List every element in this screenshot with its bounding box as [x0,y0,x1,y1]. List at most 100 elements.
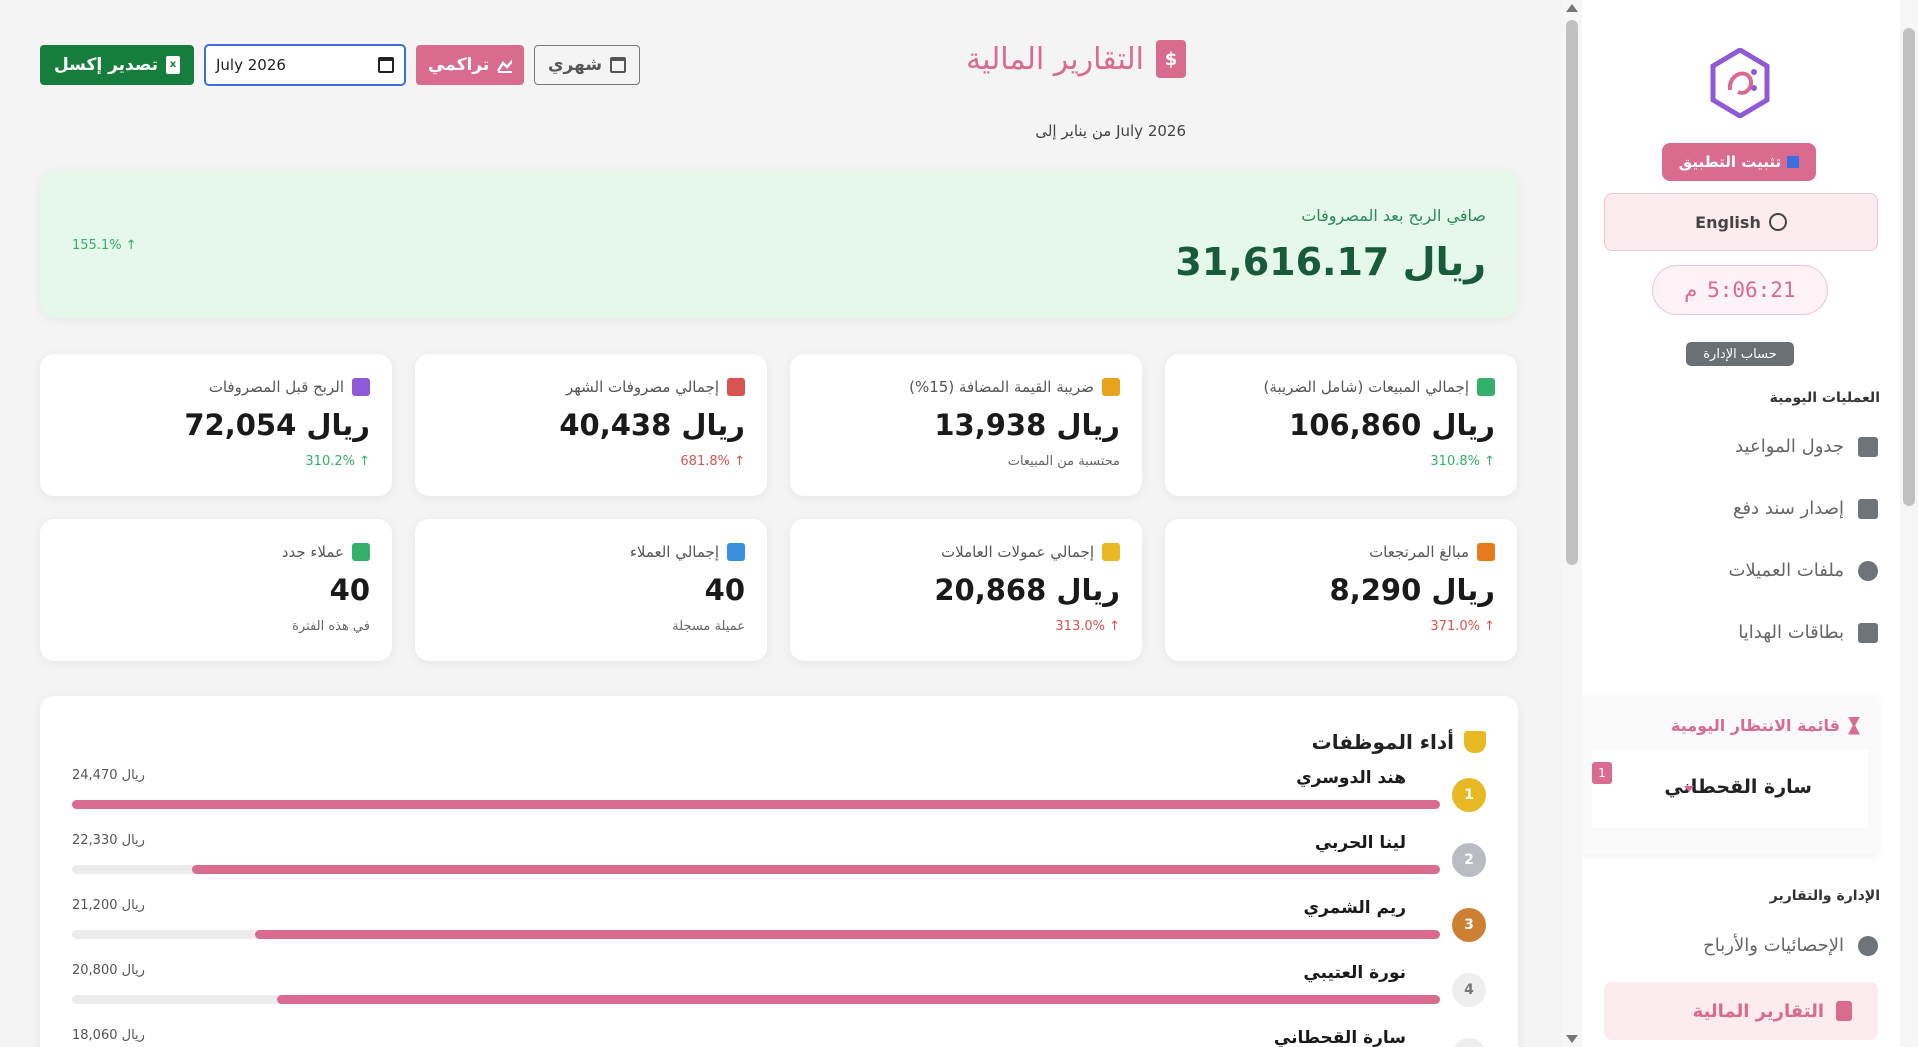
page-title: التقارير المالية $ [966,40,1186,78]
queue-item[interactable]: 1 سارة القحطاني [1592,750,1868,828]
chart-line-icon [497,59,512,73]
cumulative-button[interactable]: تراكمي [416,45,524,85]
sidebar-scrollbar-thumb[interactable] [1903,28,1915,506]
rank-badge: 2 [1452,843,1486,877]
app-grid-icon [1787,156,1800,168]
staff-amount: 22,330 ريال [72,833,145,848]
queue-count-badge: 1 [1592,762,1612,784]
staff-performance-row: 5 سارة القحطاني 18,060 ريال [72,1028,1486,1047]
staff-commissions-card: إجمالي عمولات العاملات 20,868 ريال 313.0% … [790,519,1142,661]
monthly-expenses-value: 40,438 ريال [559,408,745,442]
rank-badge: 4 [1452,973,1486,1007]
calendar-icon[interactable] [378,57,394,73]
daily-queue-title: قائمة الانتظار اليومية [1671,716,1860,735]
staff-performance-title-text: أداء الموظفات [1311,730,1454,754]
main-scrollbar-thumb[interactable] [1566,20,1578,565]
new-clients-card: عملاء جدد 40 في هذه الفترة [40,519,392,661]
monthly-expenses-label: إجمالي مصروفات الشهر [566,378,745,396]
monthly-button[interactable]: شهري [534,45,640,85]
main-scrollbar[interactable] [1562,0,1582,1047]
total-sales-label: إجمالي المبيعات (شامل الضريبة) [1264,378,1495,396]
nav-appointments[interactable]: جدول المواعيد [1735,436,1878,457]
nav-statistics-label: الإحصائيات والأرباح [1703,935,1844,956]
nav-client-files-label: ملفات العميلات [1728,560,1844,581]
nav-financial-reports-label: التقارير المالية [1692,1000,1824,1022]
export-excel-button[interactable]: تصدير إكسل x [40,45,194,85]
vat-icon [1102,378,1120,396]
staff-amount: 24,470 ريال [72,768,145,783]
profit-before-expenses-icon [352,378,370,396]
staff-commissions-value: 20,868 ريال [934,573,1120,607]
scroll-down-arrow-icon[interactable] [1566,1035,1578,1043]
nav-payment-voucher[interactable]: إصدار سند دفع [1733,498,1878,519]
total-clients-value: 40 [704,573,745,607]
monthly-expenses-sub: 681.8% ↑ [680,454,745,469]
section-admin-reports: الإدارة والتقارير [1769,888,1880,904]
returns-card: مبالغ المرتجعات 8,290 ريال 371.0% ↑ [1165,519,1517,661]
excel-file-icon: x [166,56,181,74]
install-app-button[interactable]: تثبيت التطبيق [1662,143,1816,181]
returns-icon [1477,543,1495,561]
language-label: English [1695,212,1761,232]
pie-chart-icon [1858,935,1878,956]
vat-card: ضريبة القيمة المضافة (15%) 13,938 ريال محت… [790,354,1142,496]
staff-performance-row: 2 لينا الحربي 22,330 ريال [72,833,1486,889]
performance-bar-fill [191,865,1440,874]
profit-before-expenses-label: الربح قبل المصروفات [209,378,370,396]
total-sales-value: 106,860 ريال [1289,408,1495,442]
profit-before-expenses-label-text: الربح قبل المصروفات [208,378,344,396]
net-profit-change: 155.1% ↑ [72,238,137,253]
gift-icon [1858,622,1878,643]
staff-name: لينا الحربي [1314,833,1406,853]
performance-bar-track [72,865,1440,874]
account-badge: حساب الإدارة [1686,342,1794,366]
vat-sub: محتسبة من المبيعات [1007,454,1120,469]
globe-icon [1768,213,1787,231]
export-excel-label: تصدير إكسل [53,55,159,75]
caret-down-icon[interactable] [1684,786,1694,792]
clock-time: 5:06:21 [1707,278,1796,302]
vat-label-text: ضريبة القيمة المضافة (15%) [909,378,1094,396]
performance-bar-fill [72,800,1440,809]
scroll-up-arrow-icon[interactable] [1566,4,1578,12]
staff-name: ريم الشمري [1303,898,1406,918]
performance-bar-track [72,800,1440,809]
rank-badge: 1 [1452,778,1486,812]
total-sales-icon [1477,378,1495,396]
staff-name: سارة القحطاني [1273,1028,1406,1047]
total-sales-sub: 310.8% ↑ [1430,454,1495,469]
vat-value: 13,938 ريال [934,408,1120,442]
staff-commissions-label-text: إجمالي عمولات العاملات [941,543,1094,561]
staff-commissions-sub: 313.0% ↑ [1055,619,1120,634]
staff-performance-row: 4 نورة العتيبي 20,800 ريال [72,963,1486,1019]
profit-before-expenses-card: الربح قبل المصروفات 72,054 ريال 310.2% ↑ [40,354,392,496]
profit-before-expenses-sub: 310.2% ↑ [305,454,370,469]
performance-bar-track [72,995,1440,1004]
net-profit-card: صافي الربح بعد المصروفات 31,616.17 ريال … [40,170,1518,318]
nav-client-files[interactable]: ملفات العميلات [1728,560,1878,581]
performance-bar-fill [277,995,1440,1004]
page-title-text: التقارير المالية [965,41,1144,77]
returns-label: مبالغ المرتجعات [1369,543,1495,561]
calendar-month-icon [610,57,627,73]
nav-financial-reports[interactable]: التقارير المالية [1604,982,1878,1040]
net-profit-value: 31,616.17 ريال [1175,240,1486,284]
staff-commissions-label: إجمالي عمولات العاملات [941,543,1120,561]
users-icon [1858,560,1878,581]
performance-bar-fill [254,930,1440,939]
rank-badge: 5 [1452,1038,1486,1047]
new-clients-icon [352,543,370,561]
financial-report-icon: $ [1156,40,1186,78]
sidebar-scrollbar[interactable] [1900,0,1918,1047]
clock-period: م [1684,278,1698,302]
calendar-icon [1858,436,1878,457]
language-toggle-button[interactable]: English [1604,193,1878,251]
nav-statistics[interactable]: الإحصائيات والأرباح [1703,935,1878,956]
total-clients-icon [727,543,745,561]
month-date-input[interactable]: July 2026 [204,44,406,86]
new-clients-label: عملاء جدد [282,543,370,561]
staff-amount: 21,200 ريال [72,898,145,913]
staff-amount: 20,800 ريال [72,963,145,978]
nav-gift-cards[interactable]: بطاقات الهدايا [1738,622,1878,643]
nav-appointments-label: جدول المواعيد [1735,436,1844,457]
